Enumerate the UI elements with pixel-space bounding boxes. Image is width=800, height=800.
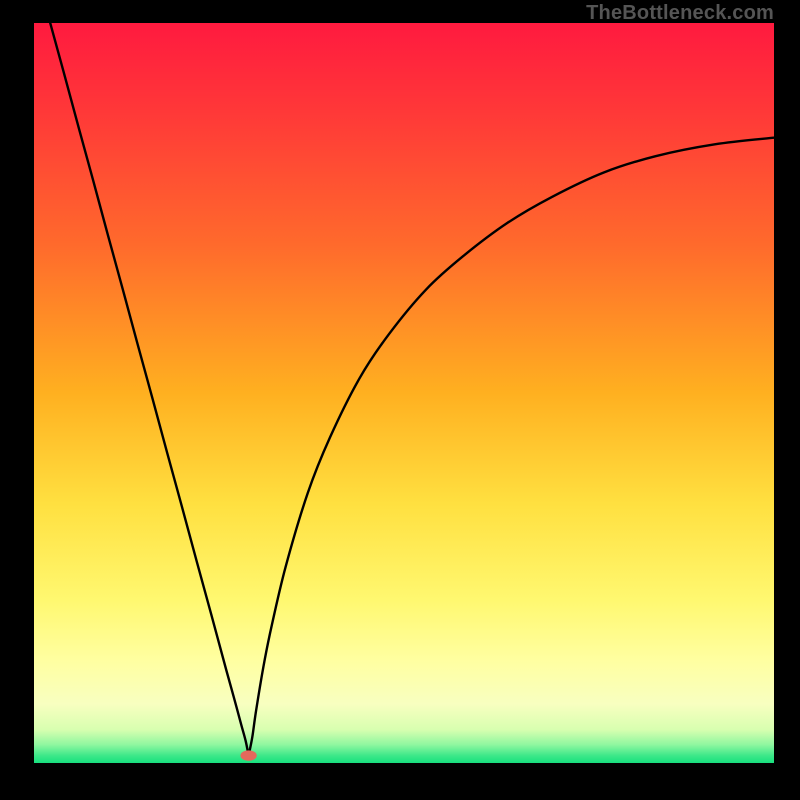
watermark-text: TheBottleneck.com [586, 2, 774, 25]
plot-area [34, 23, 774, 763]
gradient-background [34, 23, 774, 763]
chart-frame: TheBottleneck.com [0, 0, 800, 800]
minimum-marker [240, 750, 256, 760]
chart-svg [34, 23, 774, 763]
